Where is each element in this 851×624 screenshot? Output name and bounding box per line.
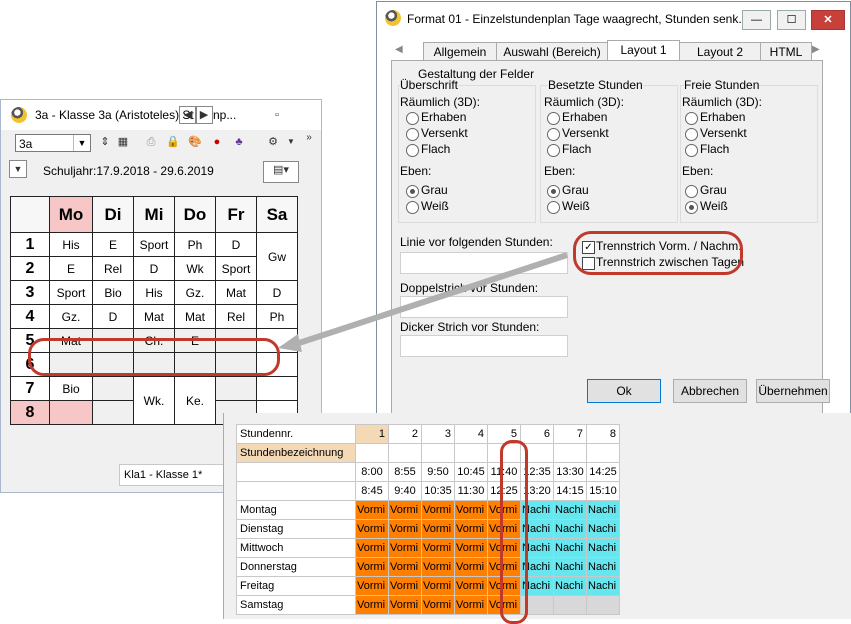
arrow-line [295, 252, 568, 347]
arrow-overlay [278, 252, 568, 352]
arrow-head-icon [278, 334, 302, 352]
